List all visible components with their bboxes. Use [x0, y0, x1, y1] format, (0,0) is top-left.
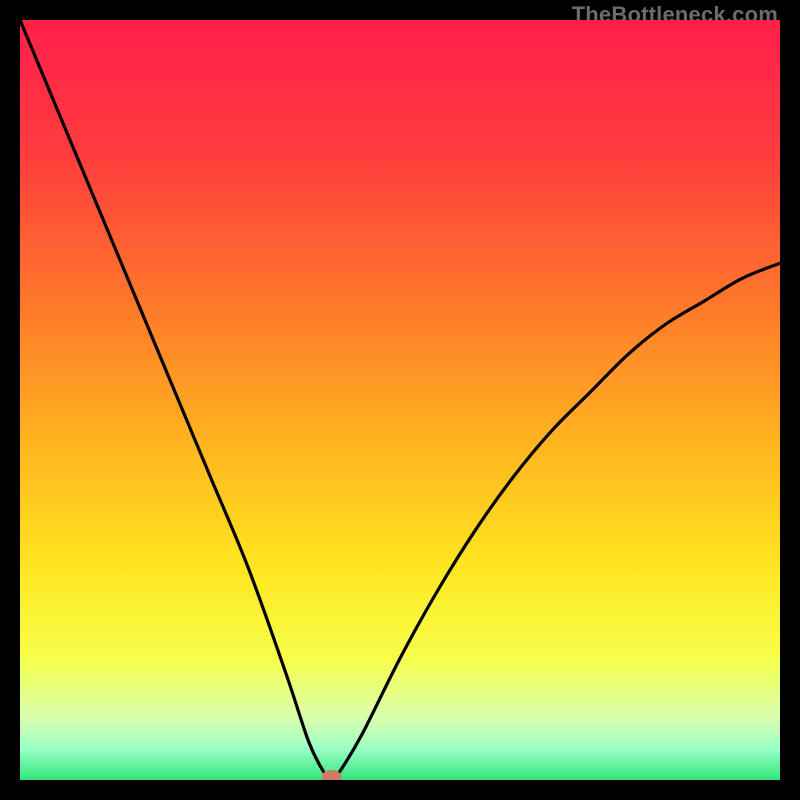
bottleneck-chart: [20, 20, 780, 780]
gradient-background: [20, 20, 780, 780]
chart-container: TheBottleneck.com: [0, 0, 800, 800]
plot-frame: [20, 20, 780, 780]
